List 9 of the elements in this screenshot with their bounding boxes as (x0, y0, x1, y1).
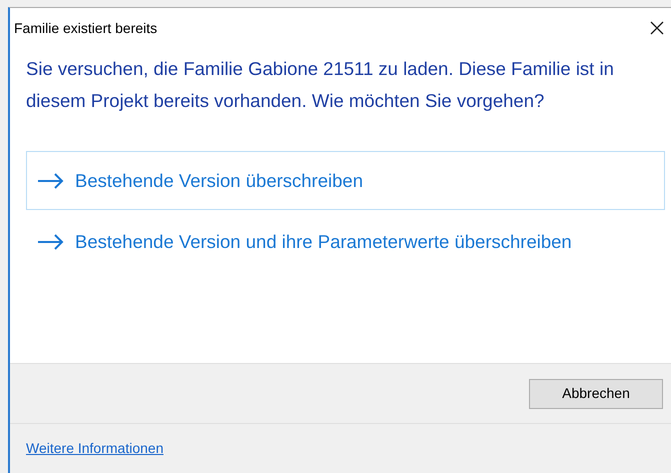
instruction-text: Sie versuchen, die Familie Gabione 21511 zu laden. Diese Familie ist in diesem Projekt bereits vorhanden. Wie möchten Sie vorgehen? (25, 57, 615, 113)
command-link[interactable]: Bestehende Version überschreiben (26, 151, 665, 210)
more-info-link[interactable]: Weitere Informationen (26, 438, 164, 459)
close-icon[interactable] (649, 20, 665, 36)
arrow-icon (37, 173, 65, 189)
arrow-icon (37, 234, 65, 250)
window-title: Familie existiert bereits (14, 18, 158, 38)
command-link[interactable]: Bestehende Version und ihre Parameterwerte überschreiben (26, 212, 665, 271)
cancel-button[interactable]: Abbrechen (529, 378, 663, 408)
